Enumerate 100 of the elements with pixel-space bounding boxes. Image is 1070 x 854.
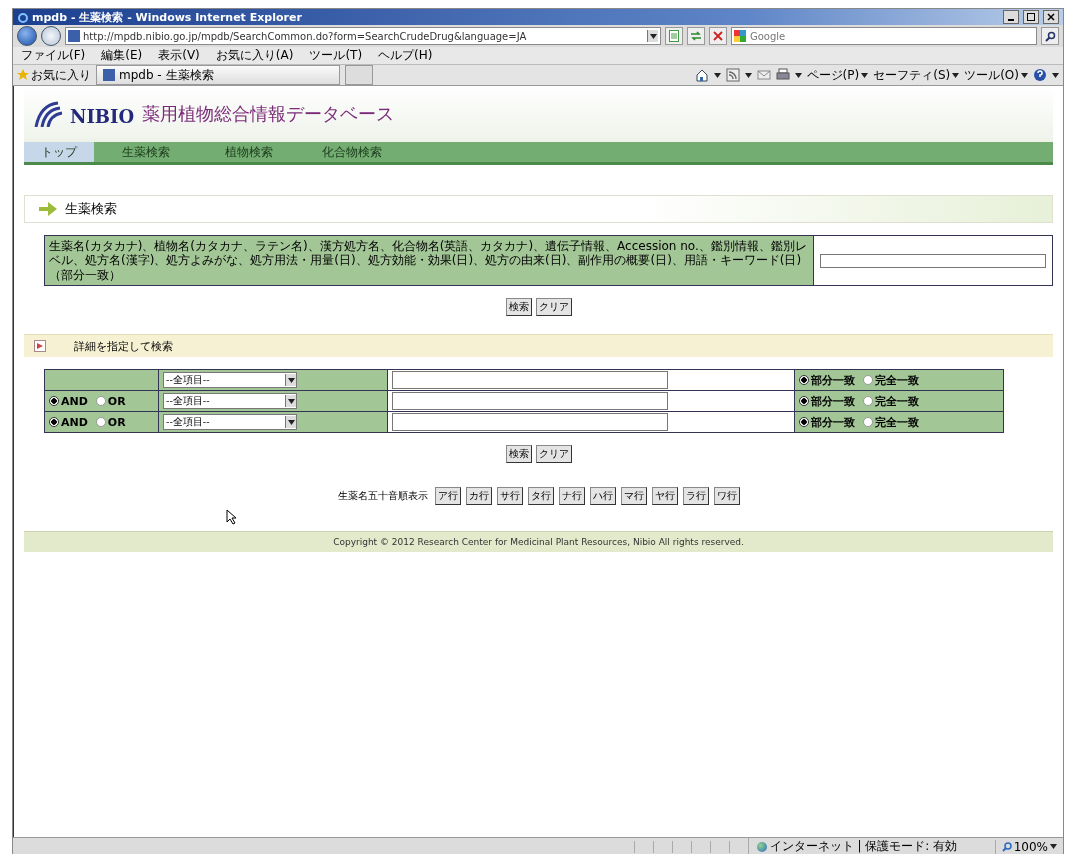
feed-icon[interactable] [725,68,740,82]
dropdown-icon[interactable] [287,398,295,404]
dropdown-icon[interactable] [794,72,802,78]
dropdown-icon[interactable] [649,33,657,39]
keyword-field[interactable] [820,253,1046,268]
kana-button[interactable]: マ行 [620,487,647,506]
menu-item[interactable]: ツール(T) [309,47,363,64]
radio-button[interactable] [95,396,106,407]
radio-label: 完全一致 [875,372,919,388]
dropdown-icon[interactable] [1050,844,1057,849]
radio-button[interactable] [49,396,59,407]
kana-button[interactable]: ナ行 [558,487,585,506]
kana-button[interactable]: ヤ行 [651,487,678,506]
dropdown-icon[interactable] [952,72,960,78]
dropdown-icon[interactable] [287,377,295,383]
radio-button[interactable] [863,375,873,386]
kana-button[interactable]: ハ行 [589,487,616,506]
close-button[interactable] [1043,10,1059,24]
refresh-button[interactable] [687,27,705,45]
radio-label: 部分一致 [811,414,855,430]
term-field[interactable] [392,371,668,390]
menu-item[interactable]: 編集(E) [101,47,143,64]
menu-item[interactable]: ヘルプ(H) [378,47,433,64]
kana-button[interactable]: タ行 [527,487,554,506]
radio-label: 部分一致 [811,372,855,388]
radio-button[interactable] [49,417,59,428]
help-icon[interactable] [1033,68,1047,82]
nav-tab[interactable]: 化合物検索 [300,142,403,162]
compatibility-button[interactable] [665,27,683,45]
form-button[interactable]: クリア [535,445,572,464]
copyright-text: Copyright © 2012 Research Center for Medicinal Plant Resources, Nibio All rights reserved. [333,537,744,548]
kana-button[interactable]: サ行 [496,487,523,506]
favorites-button[interactable]: お気に入り [17,66,91,84]
menu-item[interactable]: 表示(V) [158,47,200,64]
page-icon [669,30,679,42]
expand-icon[interactable] [34,340,46,353]
window-title: mpdb - 生薬検索 - Windows Internet Explorer [32,9,303,25]
radio-button[interactable] [863,396,873,407]
zoom-button[interactable]: 100% [994,839,1063,854]
form-button[interactable]: クリア [535,298,572,317]
command-button[interactable]: セーフティ(S) [873,66,960,84]
stop-button[interactable] [709,27,727,45]
dropdown-icon[interactable] [861,72,869,78]
favicon-icon [68,30,80,42]
security-zone[interactable]: インターネット | 保護モード: 有効 [747,838,995,854]
term-field[interactable] [392,392,668,411]
kana-button[interactable]: ワ行 [713,487,740,506]
dropdown-icon[interactable] [744,72,752,78]
browser-tab[interactable]: mpdb - 生薬検索 [96,65,340,85]
radio-button[interactable] [799,375,809,386]
address-field[interactable]: http://mpdb.nibio.go.jp/mpdb/SearchCommon.do?form=SearchCrudeDrug&language=JA [65,27,661,45]
close-icon [713,31,723,41]
dropdown-icon[interactable] [1021,72,1028,78]
radio-button[interactable] [799,417,809,428]
printer-icon[interactable] [775,68,790,82]
arrow-icon [39,202,57,216]
star-icon [17,69,29,81]
radio-button[interactable] [863,417,873,428]
favicon-icon [103,69,115,81]
forward-button[interactable] [41,26,61,46]
radio-button[interactable] [95,417,106,428]
radio-label: 部分一致 [811,393,855,409]
menu-item[interactable]: お気に入り(A) [215,47,294,64]
search-provider-icon [734,30,746,42]
section-title: 生薬検索 [65,200,117,218]
detail-title: 詳細を指定して検索 [74,338,173,354]
kana-button[interactable]: ア行 [434,487,461,506]
nav-tab[interactable]: 生薬検索 [94,142,197,162]
search-field[interactable]: Google [731,27,1037,45]
maximize-button[interactable] [1023,10,1039,24]
refresh-icon [690,30,702,42]
field-dropdown[interactable]: --全項目-- [163,393,297,410]
dropdown-icon[interactable] [1052,72,1059,78]
command-button[interactable]: ページ(P) [806,66,869,84]
home-icon[interactable] [694,68,709,82]
form-button[interactable]: 検索 [505,298,532,317]
logo-text: NIBIO [70,106,135,127]
radio-label: AND [61,394,88,408]
mouse-cursor-icon [226,509,238,526]
kana-button[interactable]: ラ行 [682,487,709,506]
dropdown-icon[interactable] [287,419,295,425]
back-button[interactable] [17,26,37,46]
nav-tab[interactable]: 植物検索 [197,142,300,162]
dropdown-icon[interactable] [713,72,721,78]
form-button[interactable]: 検索 [505,445,532,464]
term-field[interactable] [392,413,668,432]
nav-tab[interactable]: トップ [24,142,94,162]
field-dropdown[interactable]: --全項目-- [163,372,297,389]
radio-label: 完全一致 [875,414,919,430]
magnifier-icon [1001,841,1012,852]
maximize-icon [1027,13,1035,21]
command-button[interactable]: ツール(O) [964,66,1028,84]
search-button[interactable] [1041,27,1059,45]
close-icon [1047,13,1055,21]
radio-label: OR [107,415,126,429]
menu-item[interactable]: ファイル(F) [21,47,86,64]
kana-button[interactable]: カ行 [465,487,492,506]
field-dropdown[interactable]: --全項目-- [163,414,297,431]
radio-button[interactable] [799,396,809,407]
minimize-button[interactable] [1003,10,1019,24]
